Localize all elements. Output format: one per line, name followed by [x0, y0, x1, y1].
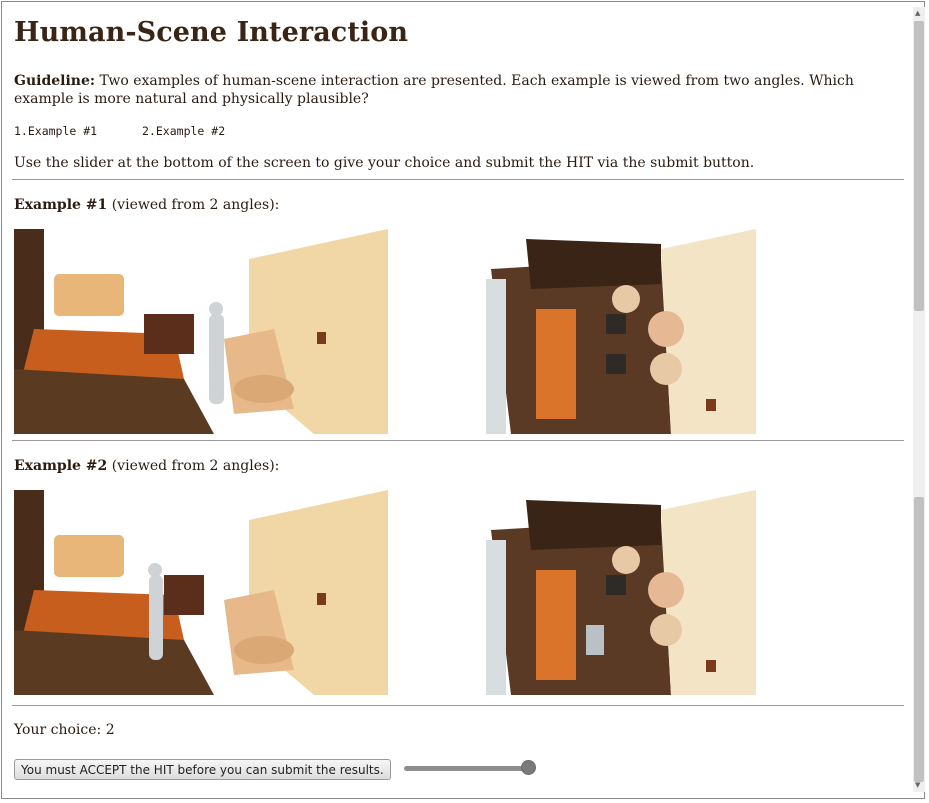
divider — [12, 179, 904, 180]
guideline-label: Guideline: — [14, 73, 96, 89]
option-2: 2.Example #2 — [142, 124, 226, 138]
scrollbar-thumb[interactable] — [914, 21, 924, 311]
instruction: Use the slider at the bottom of the scre… — [14, 155, 755, 171]
choice-label: Your choice: — [14, 722, 102, 738]
page-content: Human-Scene Interaction Guideline: Two e… — [12, 12, 904, 780]
example-2-label: Example #2 — [14, 458, 108, 474]
your-choice: Your choice: 2 — [14, 722, 115, 738]
vertical-scrollbar[interactable]: ▲ ▼ — [913, 7, 925, 792]
page-title: Human-Scene Interaction — [14, 17, 409, 48]
scroll-up-arrow-icon[interactable]: ▲ — [915, 9, 920, 17]
divider — [12, 705, 904, 706]
example-2-subtitle: (viewed from 2 angles): — [111, 458, 280, 474]
submit-button[interactable]: You must ACCEPT the HIT before you can s… — [14, 759, 391, 780]
guideline: Guideline: Two examples of human-scene i… — [14, 72, 899, 108]
slider-thumb[interactable] — [521, 760, 536, 775]
example-2-side-view-image — [14, 490, 388, 695]
example-2-title: Example #2 (viewed from 2 angles): — [14, 458, 279, 474]
example-1-title: Example #1 (viewed from 2 angles): — [14, 197, 279, 213]
example-1-label: Example #1 — [14, 197, 108, 213]
example-1-subtitle: (viewed from 2 angles): — [111, 197, 280, 213]
divider — [12, 440, 904, 441]
example-1-side-view-image — [14, 229, 388, 434]
scrollbar-thumb-lower[interactable] — [914, 497, 924, 782]
example-2-top-view-image — [481, 490, 761, 695]
option-1: 1.Example #1 — [14, 124, 98, 138]
page-frame: Human-Scene Interaction Guideline: Two e… — [1, 1, 925, 799]
option-list: 1.Example #1 2.Example #2 — [14, 124, 263, 138]
choice-slider[interactable] — [404, 760, 536, 775]
scroll-down-arrow-icon[interactable]: ▼ — [915, 781, 920, 789]
choice-value: 2 — [105, 722, 115, 738]
example-1-top-view-image — [481, 229, 761, 434]
guideline-text: Two examples of human-scene interaction … — [14, 73, 854, 107]
slider-track[interactable] — [404, 766, 532, 771]
